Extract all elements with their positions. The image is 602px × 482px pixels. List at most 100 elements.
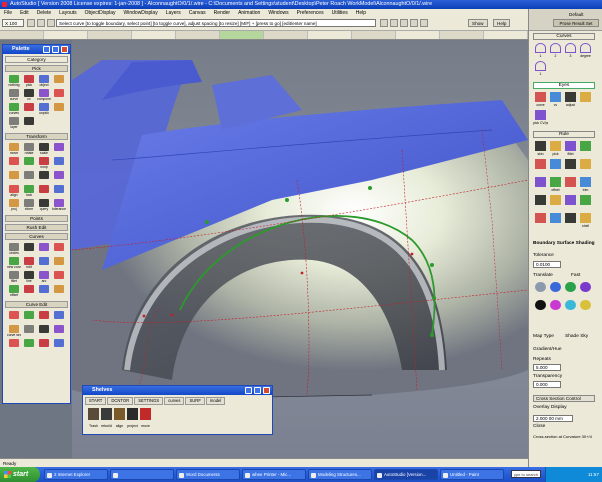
zoom-field[interactable]: X 100 — [2, 19, 24, 27]
palette-tool-5-5[interactable] — [22, 324, 36, 337]
shelves-window[interactable]: Shelves START DCNTOR SETTINGS curves SURF mod… — [82, 385, 273, 435]
taskbar-task-1[interactable] — [110, 469, 174, 480]
menu-item-preferences[interactable]: Preferences — [293, 9, 328, 17]
palette-section-0[interactable]: Pick — [5, 65, 68, 72]
section-tab-5[interactable] — [220, 31, 264, 39]
menu-item-canvas[interactable]: Canvas — [185, 9, 210, 17]
menu-item-delete[interactable]: Delete — [33, 9, 55, 17]
palette-tool-4-12[interactable]: offset — [7, 284, 21, 297]
palette-tool-0-6[interactable]: component — [37, 88, 51, 101]
palette-tool-4-3[interactable] — [52, 242, 66, 255]
move-tool-icon[interactable] — [37, 19, 45, 27]
swatch-yellow[interactable] — [578, 299, 593, 315]
taskbar-task-2[interactable]: Word Documents — [176, 469, 240, 480]
start-button[interactable]: start — [0, 467, 40, 482]
palette-tool-0-5[interactable]: cv — [22, 88, 36, 101]
maximize-icon[interactable] — [254, 387, 261, 394]
palette-tool-5-7[interactable] — [52, 324, 66, 337]
shelf-tool-0[interactable]: Trash — [87, 406, 100, 432]
shelf-tab-0[interactable]: START — [85, 397, 107, 405]
curve-snap-icon[interactable] — [390, 19, 398, 27]
tolerance-field[interactable]: 0.0100 — [533, 261, 561, 268]
swatch-magenta[interactable] — [548, 299, 563, 315]
palette-tool-4-1[interactable] — [22, 242, 36, 255]
panel-tool-1-1[interactable]: cv — [548, 91, 563, 107]
palette-tool-0-8[interactable]: curves — [7, 102, 21, 115]
palette-tool-4-6[interactable] — [37, 256, 51, 269]
menu-item-render[interactable]: Render — [210, 9, 234, 17]
taskbar-task-0[interactable]: 2 Internet Explorer — [44, 469, 108, 480]
palette-tool-1-7[interactable] — [52, 156, 66, 169]
panel-tool-0-0[interactable]: 1 — [533, 42, 548, 58]
palette-tool-4-13[interactable] — [22, 284, 36, 297]
palette-tool-1-17[interactable]: xform — [22, 198, 36, 211]
panel-section-1[interactable]: Eyes — [533, 82, 595, 89]
palette-titlebar[interactable]: Palette — [3, 45, 70, 54]
panel-tool-0-2[interactable]: 3 — [563, 42, 578, 58]
snap-tool-icon[interactable] — [47, 19, 55, 27]
palette-tool-5-10[interactable] — [37, 338, 51, 351]
taskbar-task-6[interactable]: Untitled - Paint — [440, 469, 504, 480]
palette-section-2[interactable]: Points — [5, 215, 68, 222]
palette-tool-4-2[interactable] — [37, 242, 51, 255]
palette-tool-0-11[interactable] — [52, 102, 66, 115]
palette-tool-1-19[interactable]: tolerance — [52, 198, 66, 211]
shelf-tool-1[interactable]: rebuild — [100, 406, 113, 432]
panel-tool-2-2[interactable]: fillet — [563, 140, 578, 156]
palette-tool-1-3[interactable] — [52, 142, 66, 155]
palette-tool-4-10[interactable]: arc — [37, 270, 51, 283]
menu-item-utilities[interactable]: Utilities — [328, 9, 352, 17]
grid-toggle-icon[interactable] — [380, 19, 388, 27]
palette-tool-5-9[interactable] — [22, 338, 36, 351]
palette-tool-1-13[interactable]: lock — [22, 184, 36, 197]
panel-tool-2-7[interactable] — [578, 158, 593, 174]
palette-tool-4-11[interactable] — [52, 270, 66, 283]
palette-tool-0-0[interactable]: nothing — [7, 74, 21, 87]
preview-button[interactable]: Prose Result Set — [553, 19, 599, 27]
palette-tool-1-12[interactable]: align — [7, 184, 21, 197]
palette-tool-4-4[interactable]: new curve — [7, 256, 21, 269]
shelf-tab-5[interactable]: model — [205, 397, 226, 405]
section-tab-4[interactable] — [176, 31, 220, 39]
section-tab-9[interactable] — [396, 31, 440, 39]
palette-tool-1-15[interactable] — [52, 184, 66, 197]
menu-item-animation[interactable]: Animation — [234, 9, 264, 17]
panel-tool-2-8[interactable] — [533, 176, 548, 192]
palette-section-3[interactable]: Rush Edit — [5, 224, 68, 231]
palette-tool-1-14[interactable] — [37, 184, 51, 197]
swatch-purple[interactable] — [578, 281, 593, 297]
repeats-field[interactable]: 5.000 — [533, 364, 561, 371]
cross-section-toggle[interactable]: Cross Section Control — [533, 395, 595, 402]
panel-section-2[interactable]: Rule — [533, 131, 595, 138]
panel-tool-2-19[interactable]: shell — [578, 212, 593, 228]
menu-item-windowdisplay[interactable]: WindowDisplay — [120, 9, 162, 17]
palette-tool-4-15[interactable] — [52, 284, 66, 297]
palette-tool-0-4[interactable]: curve — [7, 88, 21, 101]
palette-tool-5-6[interactable] — [37, 324, 51, 337]
palette-section-4[interactable]: Curves — [5, 233, 68, 240]
palette-tool-5-1[interactable] — [22, 310, 36, 323]
help-button[interactable]: Help — [493, 19, 511, 27]
palette-tool-4-0[interactable]: circles — [7, 242, 21, 255]
palette-tool-4-8[interactable]: fillet — [7, 270, 21, 283]
palette-window[interactable]: Palette Category Pick nothing pick object cu… — [2, 44, 71, 404]
taskbar-task-5[interactable]: AutoStudio [Version... — [374, 469, 438, 480]
section-tab-10[interactable] — [440, 31, 484, 39]
palette-tool-0-12[interactable]: layer — [7, 116, 21, 129]
palette-tool-0-2[interactable]: object — [37, 74, 51, 87]
palette-tool-0-10[interactable]: unpick — [37, 102, 51, 115]
close-icon[interactable] — [61, 46, 68, 53]
panel-tool-2-5[interactable] — [548, 158, 563, 174]
panel-tool-2-12[interactable] — [533, 194, 548, 210]
close-icon[interactable] — [263, 387, 270, 394]
palette-tool-1-6[interactable]: nonp — [37, 156, 51, 169]
palette-tool-4-7[interactable] — [52, 256, 66, 269]
palette-tool-5-11[interactable] — [52, 338, 66, 351]
minimize-icon[interactable] — [52, 46, 59, 53]
palette-tool-5-2[interactable] — [37, 310, 51, 323]
swatch-cyan[interactable] — [563, 299, 578, 315]
section-tab-11[interactable] — [484, 31, 528, 39]
panel-tool-1-2[interactable]: adjust — [563, 91, 578, 107]
panel-tool-1-4[interactable]: pick CV/pnt — [533, 109, 548, 125]
shelves-titlebar[interactable]: Shelves — [83, 386, 272, 395]
